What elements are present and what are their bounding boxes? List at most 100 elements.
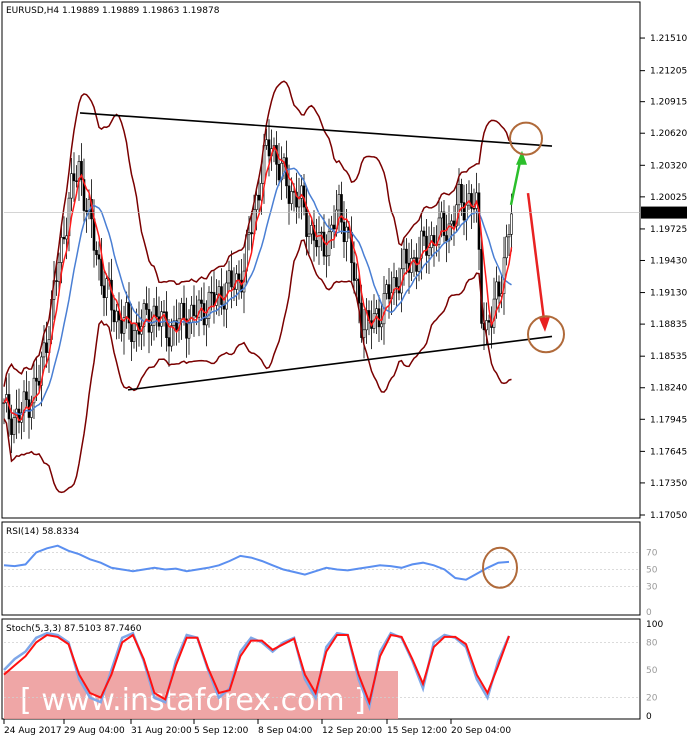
candle-body <box>495 281 498 300</box>
candle-body <box>317 232 321 248</box>
time-tick-label: 12 Sep 20:00 <box>322 726 382 736</box>
candle-body <box>125 302 128 318</box>
time-tick-label: 31 Aug 20:00 <box>131 726 192 736</box>
price-tick-label: 1.20620 <box>650 129 687 139</box>
price-tick-label: 1.21205 <box>650 67 687 77</box>
candle-body <box>200 299 203 304</box>
stoch-tick-label: 100 <box>646 620 663 630</box>
candle-body <box>322 231 326 257</box>
time-tick-label: 8 Sep 04:00 <box>258 726 313 736</box>
price-tick-label: 1.20320 <box>650 161 687 171</box>
price-tick-label: 1.19130 <box>650 289 687 299</box>
candle-body <box>507 234 511 238</box>
candle-body <box>70 173 73 199</box>
candle-body <box>355 278 358 281</box>
candle-body <box>402 248 406 270</box>
stoch-tick-label: 80 <box>646 638 658 648</box>
candle-body <box>395 277 398 287</box>
last-price-label: 1.19878 <box>650 209 687 219</box>
candle-body <box>145 303 148 310</box>
candle-body <box>65 235 68 240</box>
candle-body <box>277 164 281 181</box>
price-tick-label: 1.18240 <box>650 384 687 394</box>
candle-body <box>442 211 446 236</box>
candle-body <box>352 262 356 281</box>
price-tick-label: 1.19725 <box>650 225 687 235</box>
candle-body <box>412 257 416 259</box>
candle-body <box>72 173 76 182</box>
candle-body <box>307 233 311 237</box>
candle-body <box>497 281 501 297</box>
price-tick-label: 1.18835 <box>650 320 687 330</box>
price-tick-label: 1.17350 <box>650 479 687 489</box>
candle-body <box>325 255 328 257</box>
candle-body <box>210 291 213 294</box>
candle-body <box>332 224 336 230</box>
candle-body <box>35 377 38 382</box>
candle-body <box>100 258 103 287</box>
candle-body <box>130 322 133 342</box>
candle-body <box>387 284 391 300</box>
candle-body <box>250 232 253 235</box>
candle-body <box>362 329 366 338</box>
candle-body <box>150 325 153 333</box>
rsi-tick-label: 30 <box>646 583 658 593</box>
watermark-text: [ www.instaforex.com ] <box>20 683 366 718</box>
price-tick-label: 1.21510 <box>650 34 687 44</box>
rsi-tick-label: 0 <box>646 608 652 618</box>
candle-body <box>255 194 258 210</box>
candle-body <box>182 302 186 320</box>
candle-body <box>327 231 331 256</box>
candle-body <box>487 320 491 323</box>
candle-body <box>167 337 171 347</box>
candle-body <box>505 236 508 259</box>
candle-body <box>472 208 476 210</box>
price-tick-label: 1.20915 <box>650 98 687 108</box>
candle-body <box>115 310 118 323</box>
candle-body <box>375 308 378 315</box>
chart-svg: [ www.instaforex.com ] EURUSD,H4 1.19889… <box>1 1 687 736</box>
price-tick-label: 1.18535 <box>650 352 687 362</box>
candle-body <box>337 194 341 211</box>
candle-body <box>92 218 96 251</box>
stoch-tick-label: 0 <box>646 712 652 722</box>
candle-body <box>247 232 251 236</box>
candle-body <box>192 304 196 316</box>
candle-body <box>345 226 348 242</box>
candle-body <box>85 210 88 212</box>
candle-body <box>62 237 66 240</box>
candle-body <box>320 231 323 234</box>
candle-body <box>12 417 16 435</box>
candle-body <box>445 235 448 242</box>
candle-body <box>422 230 426 237</box>
time-tick-label: 15 Sep 12:00 <box>387 726 447 736</box>
candle-body <box>380 323 383 328</box>
candle-body <box>202 303 206 326</box>
candle-body <box>452 220 456 227</box>
candle-body <box>57 262 61 282</box>
stoch-tick-label: 20 <box>646 694 658 704</box>
candle-body <box>37 380 41 386</box>
candle-body <box>287 185 291 204</box>
candle-body <box>305 206 308 237</box>
candle-body <box>25 391 28 401</box>
candle-body <box>75 180 78 182</box>
candle-body <box>95 250 98 256</box>
candle-body <box>97 254 101 260</box>
candle-body <box>165 311 168 338</box>
candle-body <box>155 305 158 318</box>
candle-body <box>120 319 123 334</box>
main-panel <box>1 1 641 519</box>
candle-body <box>510 213 513 235</box>
candle-body <box>450 220 453 225</box>
candle-body <box>425 235 428 256</box>
candle-body <box>405 248 408 264</box>
candle-body <box>265 139 268 146</box>
candle-body <box>190 304 193 323</box>
price-tick-label: 1.17050 <box>650 511 687 521</box>
candle-body <box>310 224 313 235</box>
time-tick-label: 5 Sep 12:00 <box>194 726 249 736</box>
candle-body <box>112 309 116 323</box>
candle-body <box>45 342 48 353</box>
candle-body <box>315 239 318 248</box>
